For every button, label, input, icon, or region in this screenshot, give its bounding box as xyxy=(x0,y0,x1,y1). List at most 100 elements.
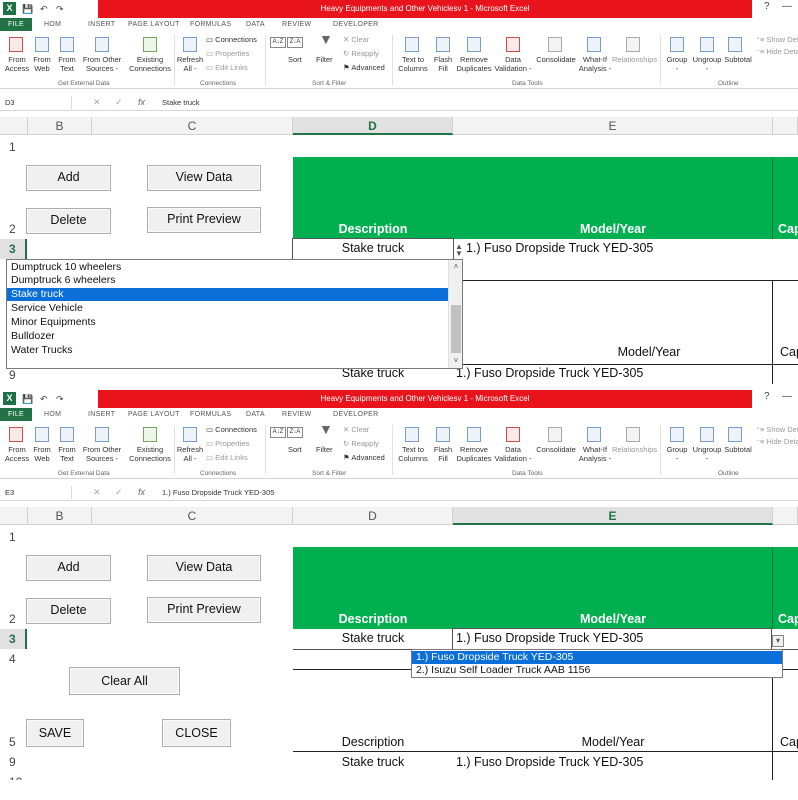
relationships-button[interactable]: Relationships xyxy=(612,55,657,64)
dropdown-scrollbar[interactable]: ˄ ˅ xyxy=(448,260,462,368)
tab-home[interactable]: HOM xyxy=(44,408,61,421)
connections-button[interactable]: ▭ Connections xyxy=(206,35,257,44)
from-text-button[interactable]: From Text xyxy=(55,445,79,463)
sort-button[interactable]: Sort xyxy=(288,55,302,64)
show-detail-button[interactable]: ⁺≡ Show Detail xyxy=(756,425,798,434)
text-to-columns-button[interactable]: Text to Columns xyxy=(396,55,430,73)
formula-input[interactable]: 1.) Fuso Dropside Truck YED-305 xyxy=(162,486,274,499)
remove-duplicates-button[interactable]: Remove Duplicates xyxy=(455,445,493,463)
add-button[interactable]: Add xyxy=(26,555,111,581)
tab-developer[interactable]: DEVELOPER xyxy=(333,18,379,31)
list-item[interactable]: 2.) Isuzu Self Loader Truck AAB 1156 xyxy=(412,664,782,677)
save-icon[interactable]: 💾 xyxy=(22,393,33,405)
cancel-icon[interactable]: ✕ xyxy=(93,96,101,109)
name-box[interactable]: D3 xyxy=(2,96,72,109)
refresh-all-button[interactable]: Refresh All - xyxy=(176,55,204,73)
hide-detail-button[interactable]: ⁻≡ Hide Detail xyxy=(756,47,798,56)
filter-button[interactable]: Filter xyxy=(316,445,333,454)
column-header-b[interactable]: B xyxy=(28,507,92,525)
group-button[interactable]: Group - xyxy=(664,445,690,463)
edit-links-button[interactable]: ▭ Edit Links xyxy=(206,453,248,462)
view-data-button[interactable]: View Data xyxy=(147,165,261,191)
flash-fill-button[interactable]: Flash Fill xyxy=(432,55,454,73)
list-item[interactable]: Dumptruck 6 wheelers xyxy=(7,274,448,287)
name-box[interactable]: E3 xyxy=(2,486,72,499)
tab-page-layout[interactable]: PAGE LAYOUT xyxy=(128,408,180,421)
row-header-2[interactable]: 2 xyxy=(0,610,27,628)
edit-links-button[interactable]: ▭ Edit Links xyxy=(206,63,248,72)
consolidate-button[interactable]: Consolidate xyxy=(534,55,578,64)
from-other-sources-button[interactable]: From Other Sources - xyxy=(80,445,124,463)
function-icon[interactable]: fx xyxy=(138,486,145,499)
reapply-button[interactable]: ↻ Reapply xyxy=(343,439,379,448)
delete-button[interactable]: Delete xyxy=(26,208,111,234)
tab-page-layout[interactable]: PAGE LAYOUT xyxy=(128,18,180,31)
column-header-e[interactable]: E xyxy=(453,117,773,135)
scroll-thumb[interactable] xyxy=(451,305,461,353)
reapply-button[interactable]: ↻ Reapply xyxy=(343,49,379,58)
redo-icon[interactable]: ↷ xyxy=(56,3,64,15)
cell-e3[interactable]: 1.) Fuso Dropside Truck YED-305 xyxy=(456,631,643,645)
column-header-e[interactable]: E xyxy=(453,507,773,525)
minimize-icon[interactable]: — xyxy=(782,1,792,12)
help-icon[interactable]: ? xyxy=(764,391,770,402)
row-header-3[interactable]: 3 xyxy=(0,239,27,259)
from-web-button[interactable]: From Web xyxy=(30,445,54,463)
list-item[interactable]: Water Trucks xyxy=(7,344,448,357)
what-if-analysis-button[interactable]: What-If Analysis - xyxy=(577,55,613,73)
function-icon[interactable]: fx xyxy=(138,96,145,109)
close-button[interactable]: CLOSE xyxy=(162,719,231,747)
subtotal-button[interactable]: Subtotal xyxy=(722,445,754,454)
clear-filter-button[interactable]: ✕ Clear xyxy=(343,425,369,434)
tab-insert[interactable]: INSERT xyxy=(88,18,115,31)
list-item-selected[interactable]: Stake truck xyxy=(7,288,448,301)
existing-connections-button[interactable]: Existing Connections xyxy=(128,55,172,73)
remove-duplicates-button[interactable]: Remove Duplicates xyxy=(455,55,493,73)
formula-input[interactable]: Stake truck xyxy=(162,96,200,109)
tab-formulas[interactable]: FORMULAS xyxy=(190,408,231,421)
row-header-3[interactable]: 3 xyxy=(0,629,27,649)
column-header-f[interactable] xyxy=(773,117,798,135)
subtotal-button[interactable]: Subtotal xyxy=(722,55,754,64)
select-all-corner[interactable] xyxy=(0,507,28,525)
refresh-all-button[interactable]: Refresh All - xyxy=(176,445,204,463)
add-button[interactable]: Add xyxy=(26,165,111,191)
cell-dropdown-arrow[interactable]: ▲ ▼ xyxy=(455,243,463,258)
undo-icon[interactable]: ↶ xyxy=(40,3,48,15)
group-button[interactable]: Group - xyxy=(664,55,690,73)
list-item[interactable]: Bulldozer xyxy=(7,330,448,343)
from-other-sources-button[interactable]: From Other Sources - xyxy=(80,55,124,73)
scroll-up-icon[interactable]: ˄ xyxy=(449,262,463,271)
enter-icon[interactable]: ✓ xyxy=(115,96,123,109)
row-header-1[interactable]: 1 xyxy=(0,528,27,546)
ungroup-button[interactable]: Ungroup - xyxy=(690,445,724,463)
tab-review[interactable]: REVIEW xyxy=(282,408,311,421)
tab-home[interactable]: HOM xyxy=(44,18,61,31)
cell-e9[interactable]: 1.) Fuso Dropside Truck YED-305 xyxy=(456,366,643,380)
properties-button[interactable]: ▭ Properties xyxy=(206,49,249,58)
column-header-c[interactable]: C xyxy=(92,507,293,525)
existing-connections-button[interactable]: Existing Connections xyxy=(128,445,172,463)
sort-button[interactable]: Sort xyxy=(288,445,302,454)
ungroup-button[interactable]: Ungroup - xyxy=(690,55,724,73)
model-dropdown-list[interactable]: 1.) Fuso Dropside Truck YED-305 2.) Isuz… xyxy=(411,649,783,678)
undo-icon[interactable]: ↶ xyxy=(40,393,48,405)
list-item[interactable]: Service Vehicle xyxy=(7,302,448,315)
clear-all-button[interactable]: Clear All xyxy=(69,667,180,695)
view-data-button[interactable]: View Data xyxy=(147,555,261,581)
advanced-filter-button[interactable]: ⚑ Advanced xyxy=(343,63,385,72)
row-header-2[interactable]: 2 xyxy=(0,220,27,238)
list-item[interactable]: Minor Equipments xyxy=(7,316,448,329)
cell-d3[interactable]: Stake truck xyxy=(293,241,453,255)
sort-az-icon[interactable]: A↓Z xyxy=(270,427,286,438)
relationships-button[interactable]: Relationships xyxy=(612,445,657,454)
list-item[interactable]: Dumptruck 10 wheelers xyxy=(7,261,448,274)
cell-d9[interactable]: Stake truck xyxy=(293,755,453,769)
properties-button[interactable]: ▭ Properties xyxy=(206,439,249,448)
column-header-b[interactable]: B xyxy=(28,117,92,135)
tab-file[interactable]: FILE xyxy=(0,18,32,31)
description-dropdown-list[interactable]: Dumptruck 10 wheelers Dumptruck 6 wheele… xyxy=(6,259,463,369)
filter-button[interactable]: Filter xyxy=(316,55,333,64)
tab-data[interactable]: DATA xyxy=(246,408,265,421)
tab-file[interactable]: FILE xyxy=(0,408,32,421)
